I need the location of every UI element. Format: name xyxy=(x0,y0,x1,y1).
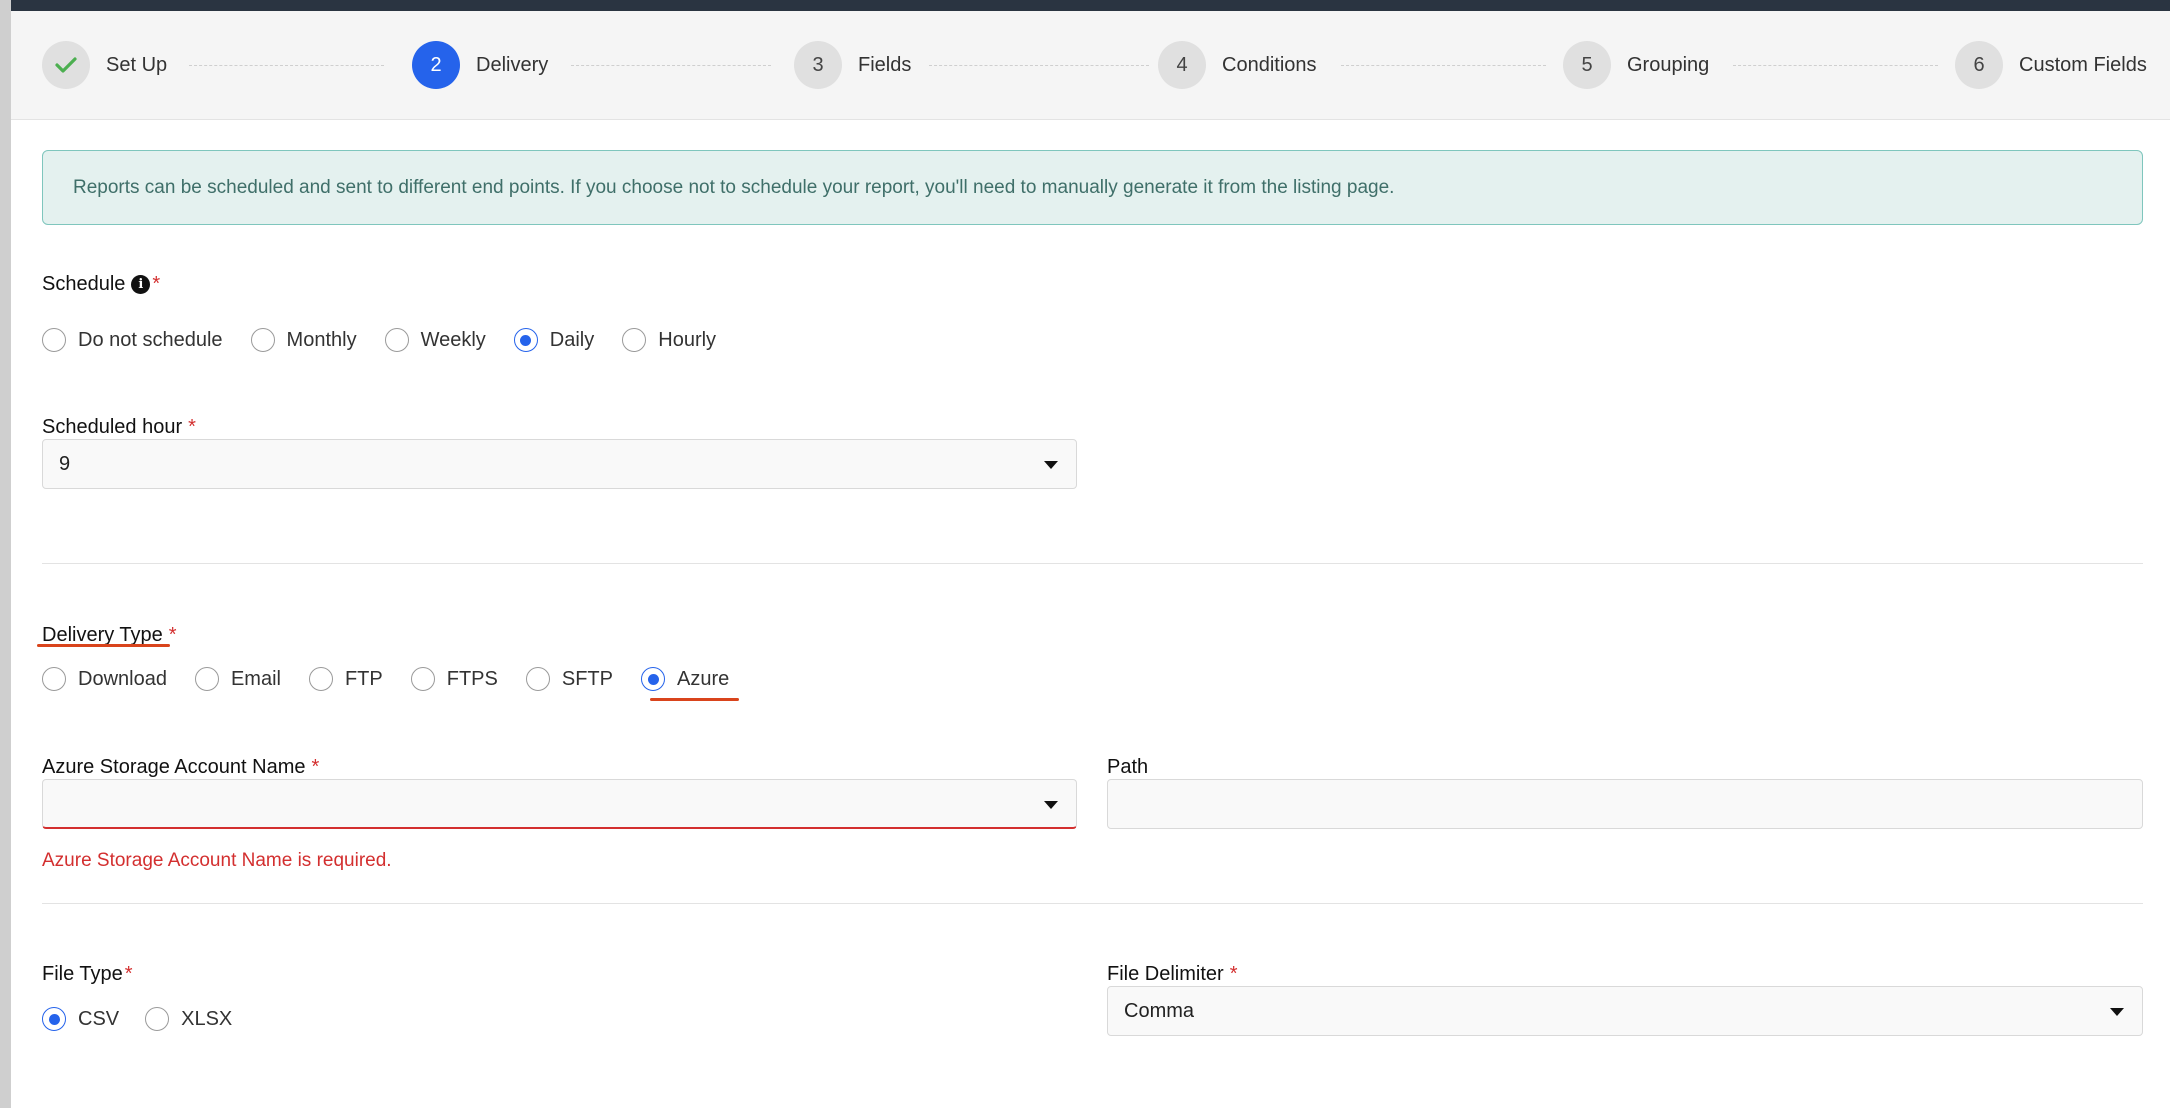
file-type-option-xlsx[interactable]: XLSX xyxy=(145,1007,232,1031)
path-input[interactable] xyxy=(1107,779,2143,829)
azure-account-select[interactable] xyxy=(42,779,1077,829)
step-circle: 5 xyxy=(1563,41,1611,89)
delivery-option-sftp[interactable]: SFTP xyxy=(525,667,613,691)
step-connector xyxy=(189,65,384,66)
file-delimiter-select[interactable]: Comma xyxy=(1107,986,2143,1036)
required-mark: * xyxy=(1229,963,1238,985)
check-icon xyxy=(55,57,77,73)
step-circle xyxy=(42,41,90,89)
step-circle: 2 xyxy=(412,41,460,89)
step-connector xyxy=(1341,65,1546,66)
step-circle: 6 xyxy=(1955,41,2003,89)
file-delimiter-value: Comma xyxy=(1124,999,1195,1022)
schedule-radio-group: Do not schedule Monthly Weekly Daily Hou… xyxy=(42,325,744,355)
required-mark: * xyxy=(168,624,177,646)
schedule-option-daily[interactable]: Daily xyxy=(513,328,594,352)
step-custom-fields[interactable]: 6 Custom Fields xyxy=(1955,41,2147,89)
window-top-bar xyxy=(0,0,2170,11)
section-divider xyxy=(42,903,2143,904)
step-conditions[interactable]: 4 Conditions xyxy=(1158,41,1317,89)
file-delimiter-label: File Delimiter * xyxy=(1107,963,1238,985)
scheduled-hour-value: 9 xyxy=(59,452,71,475)
delivery-type-radio-group: Download Email FTP FTPS SFTP Azure xyxy=(42,664,757,694)
caret-down-icon xyxy=(1044,801,1058,809)
radio-button[interactable] xyxy=(525,667,550,691)
delivery-option-email[interactable]: Email xyxy=(194,667,281,691)
step-connector xyxy=(571,65,771,66)
radio-button[interactable] xyxy=(250,328,275,352)
file-type-label: File Type * xyxy=(42,963,133,985)
delivery-option-azure[interactable]: Azure xyxy=(641,667,729,691)
radio-button[interactable] xyxy=(194,667,219,691)
radio-button-selected[interactable] xyxy=(641,667,665,691)
left-edge-strip xyxy=(0,0,11,1108)
azure-account-label: Azure Storage Account Name * xyxy=(42,756,320,778)
required-mark: * xyxy=(188,416,196,438)
radio-button[interactable] xyxy=(308,667,333,691)
step-connector xyxy=(1733,65,1938,66)
radio-button-selected[interactable] xyxy=(42,1007,66,1031)
step-grouping[interactable]: 5 Grouping xyxy=(1563,41,1709,89)
step-label: Set Up xyxy=(106,53,168,76)
radio-button[interactable] xyxy=(42,667,66,691)
step-label: Fields xyxy=(858,53,912,76)
path-label: Path xyxy=(1107,756,1149,778)
report-wizard-page: Set Up 2 Delivery 3 Fields 4 Conditions … xyxy=(11,11,2170,1108)
step-label: Conditions xyxy=(1222,53,1317,76)
scheduled-hour-select[interactable]: 9 xyxy=(42,439,1077,489)
caret-down-icon xyxy=(1044,461,1058,469)
radio-button[interactable] xyxy=(622,328,647,352)
info-icon[interactable]: i xyxy=(131,275,151,294)
delivery-option-download[interactable]: Download xyxy=(42,667,167,691)
required-mark: * xyxy=(124,963,133,985)
scheduled-hour-label: Scheduled hour * xyxy=(42,416,196,438)
step-delivery[interactable]: 2 Delivery xyxy=(412,41,548,89)
highlight-underline xyxy=(650,698,739,701)
step-fields[interactable]: 3 Fields xyxy=(794,41,911,89)
delivery-option-ftps[interactable]: FTPS xyxy=(410,667,498,691)
radio-button[interactable] xyxy=(42,328,66,352)
required-mark: * xyxy=(311,756,320,778)
schedule-option-weekly[interactable]: Weekly xyxy=(384,328,486,352)
delivery-option-ftp[interactable]: FTP xyxy=(308,667,383,691)
step-set-up[interactable]: Set Up xyxy=(42,41,167,89)
schedule-option-monthly[interactable]: Monthly xyxy=(250,328,357,352)
radio-button[interactable] xyxy=(410,667,435,691)
radio-button[interactable] xyxy=(384,328,409,352)
highlight-underline xyxy=(37,644,170,647)
azure-account-error: Azure Storage Account Name is required. xyxy=(42,850,392,871)
schedule-label: Schedule i * xyxy=(42,273,161,295)
radio-button-selected[interactable] xyxy=(513,328,538,352)
radio-button[interactable] xyxy=(145,1007,170,1031)
file-type-radio-group: CSV XLSX xyxy=(42,1004,260,1034)
schedule-option-do-not-schedule[interactable]: Do not schedule xyxy=(42,328,223,352)
step-label: Delivery xyxy=(476,53,549,76)
wizard-stepper: Set Up 2 Delivery 3 Fields 4 Conditions … xyxy=(11,11,2170,120)
step-label: Custom Fields xyxy=(2019,53,2147,76)
schedule-option-hourly[interactable]: Hourly xyxy=(622,328,716,352)
info-banner-text: Reports can be scheduled and sent to dif… xyxy=(73,176,1395,198)
file-type-option-csv[interactable]: CSV xyxy=(42,1007,119,1031)
step-connector xyxy=(929,65,1149,66)
step-label: Grouping xyxy=(1627,53,1710,76)
step-circle: 3 xyxy=(794,41,842,89)
caret-down-icon xyxy=(2110,1008,2124,1016)
section-divider xyxy=(42,563,2143,564)
info-banner: Reports can be scheduled and sent to dif… xyxy=(42,150,2143,225)
required-mark: * xyxy=(152,273,161,295)
step-circle: 4 xyxy=(1158,41,1206,89)
